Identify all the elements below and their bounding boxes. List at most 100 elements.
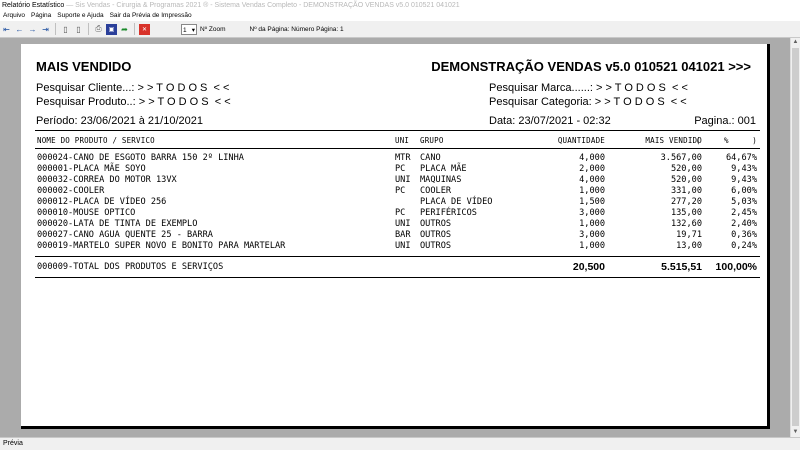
page-number-label: Nº da Página: Número Página: 1 — [249, 25, 344, 33]
report-title: MAIS VENDIDO — [36, 59, 132, 74]
two-pages-icon[interactable]: ▯ — [73, 24, 84, 35]
prev-page-icon[interactable]: ← — [14, 24, 25, 35]
row-valor: 135,00 — [670, 208, 702, 218]
divider — [35, 130, 760, 131]
row-quantidade: 1,000 — [579, 186, 605, 196]
zoom-label: Nº Zoom — [200, 25, 226, 33]
row-produto: 000002-COOLER — [37, 186, 105, 196]
row-percentual: 2,45% — [731, 208, 757, 218]
row-uni: PC — [395, 208, 406, 218]
col-grupo: GRUPO — [420, 136, 444, 145]
row-grupo: CANO — [420, 153, 441, 163]
row-grupo: PLACA DE VÍDEO — [420, 197, 493, 207]
toolbar: ⇤ ← → ⇥ ▯ ▯ ⎙ ▣ ➦ ✕ 1 ▾ Nº Zoom Nº da Pág… — [0, 21, 800, 38]
row-valor: 277,20 — [670, 197, 702, 207]
row-percentual: 2,40% — [731, 219, 757, 229]
total-label: 000009-TOTAL DOS PRODUTOS E SERVIÇOS — [37, 262, 224, 272]
row-uni: UNI — [395, 175, 411, 185]
row-percentual: 0,36% — [731, 230, 757, 240]
row-uni: PC — [395, 186, 406, 196]
vertical-scrollbar[interactable]: ▲ ▼ — [790, 38, 800, 437]
row-quantidade: 3,000 — [579, 208, 605, 218]
filter-cliente: Pesquisar Cliente...: > > T O D O S < < — [36, 82, 230, 94]
row-produto: 000020-LATA DE TINTA DE EXEMPLO — [37, 219, 198, 229]
col-uni: UNI — [395, 136, 410, 145]
pagina: Pagina.: 001 — [694, 115, 756, 127]
window-title: Relatório Estatístico — Sis Vendas - Cir… — [0, 0, 800, 11]
row-quantidade: 3,000 — [579, 230, 605, 240]
row-quantidade: 1,000 — [579, 241, 605, 251]
row-grupo: MAQUINAS — [420, 175, 462, 185]
row-grupo: PLACA MÃE — [420, 164, 467, 174]
row-valor: 331,00 — [670, 186, 702, 196]
row-valor: 13,00 — [676, 241, 702, 251]
total-percentual: 100,00% — [715, 261, 757, 273]
menu-suporte[interactable]: Suporte e Ajuda — [54, 11, 106, 21]
row-produto: 000032-CORREA DO MOTOR 13VX — [37, 175, 177, 185]
total-quantidade: 20,500 — [572, 261, 605, 273]
row-uni: MTR — [395, 153, 411, 163]
row-uni: UNI — [395, 219, 411, 229]
row-valor: 520,00 — [670, 175, 702, 185]
next-page-icon[interactable]: → — [27, 24, 38, 35]
row-uni: UNI — [395, 241, 411, 251]
row-percentual: 0,24% — [731, 241, 757, 251]
save-icon[interactable]: ▣ — [106, 23, 117, 35]
row-grupo: OUTROS — [420, 241, 452, 251]
data-emissao: Data: 23/07/2021 - 02:32 — [489, 115, 611, 127]
row-quantidade: 1,500 — [579, 197, 605, 207]
print-icon[interactable]: ⎙ — [93, 24, 104, 35]
menu-pagina[interactable]: Página — [28, 11, 54, 21]
row-percentual: 64,67% — [725, 153, 757, 163]
row-percentual: 6,00% — [731, 186, 757, 196]
scroll-down-icon[interactable]: ▼ — [791, 428, 800, 437]
menu-sair-previa[interactable]: Sair da Prévia de Impressão — [107, 11, 195, 21]
row-percentual: 5,03% — [731, 197, 757, 207]
scroll-up-icon[interactable]: ▲ — [791, 38, 800, 47]
col-produto: NOME DO PRODUTO / SERVICO — [37, 136, 155, 145]
toolbar-separator — [55, 23, 56, 35]
export-icon[interactable]: ➦ — [119, 24, 130, 35]
total-valor: 5.515,51 — [661, 261, 702, 273]
divider — [35, 256, 760, 257]
zoom-select[interactable]: 1 ▾ — [181, 23, 197, 35]
col-mais-vendido: MAIS VENDIDO — [645, 136, 702, 145]
toolbar-separator — [134, 23, 135, 35]
row-percentual: 9,43% — [731, 164, 757, 174]
row-valor: 520,00 — [670, 164, 702, 174]
col-percentual: ( % ) — [695, 136, 757, 145]
row-produto: 000010-MOUSE OPTICO — [37, 208, 136, 218]
single-page-icon[interactable]: ▯ — [60, 24, 71, 35]
menu-arquivo[interactable]: Arquivo — [0, 11, 28, 21]
row-grupo: OUTROS — [420, 219, 452, 229]
row-valor: 19,71 — [676, 230, 702, 240]
filter-marca: Pesquisar Marca......: > > T O D O S < < — [489, 82, 688, 94]
menu-bar: Arquivo Página Suporte e Ajuda Sair da P… — [0, 11, 800, 21]
row-produto: 000019-MARTELO SUPER NOVO E BONITO PARA … — [37, 241, 286, 251]
row-valor: 3.567,00 — [660, 153, 702, 163]
periodo: Período: 23/06/2021 à 21/10/2021 — [36, 115, 203, 127]
filter-categoria: Pesquisar Categoria: > > T O D O S < < — [489, 96, 687, 108]
row-valor: 132,60 — [670, 219, 702, 229]
row-quantidade: 4,000 — [579, 175, 605, 185]
report-header-right: DEMONSTRAÇÃO VENDAS v5.0 010521 041021 >… — [431, 59, 751, 74]
row-uni: BAR — [395, 230, 411, 240]
last-page-icon[interactable]: ⇥ — [40, 24, 51, 35]
first-page-icon[interactable]: ⇤ — [1, 24, 12, 35]
row-grupo: OUTROS — [420, 230, 452, 240]
close-icon[interactable]: ✕ — [139, 23, 150, 35]
row-produto: 000001-PLACA MÃE SOYO — [37, 164, 146, 174]
row-percentual: 9,43% — [731, 175, 757, 185]
col-quantidade: QUANTIDADE — [557, 136, 605, 145]
scroll-thumb[interactable] — [792, 48, 799, 426]
report-page: MAIS VENDIDO DEMONSTRAÇÃO VENDAS v5.0 01… — [21, 44, 770, 429]
divider — [35, 148, 760, 149]
row-quantidade: 4,000 — [579, 153, 605, 163]
row-grupo: COOLER — [420, 186, 452, 196]
row-quantidade: 2,000 — [579, 164, 605, 174]
row-produto: 000027-CANO AGUA QUENTE 25 - BARRA — [37, 230, 213, 240]
row-produto: 000024-CANO DE ESGOTO BARRA 150 2º LINHA — [37, 153, 244, 163]
row-uni: PC — [395, 164, 406, 174]
divider — [35, 277, 760, 278]
row-quantidade: 1,000 — [579, 219, 605, 229]
